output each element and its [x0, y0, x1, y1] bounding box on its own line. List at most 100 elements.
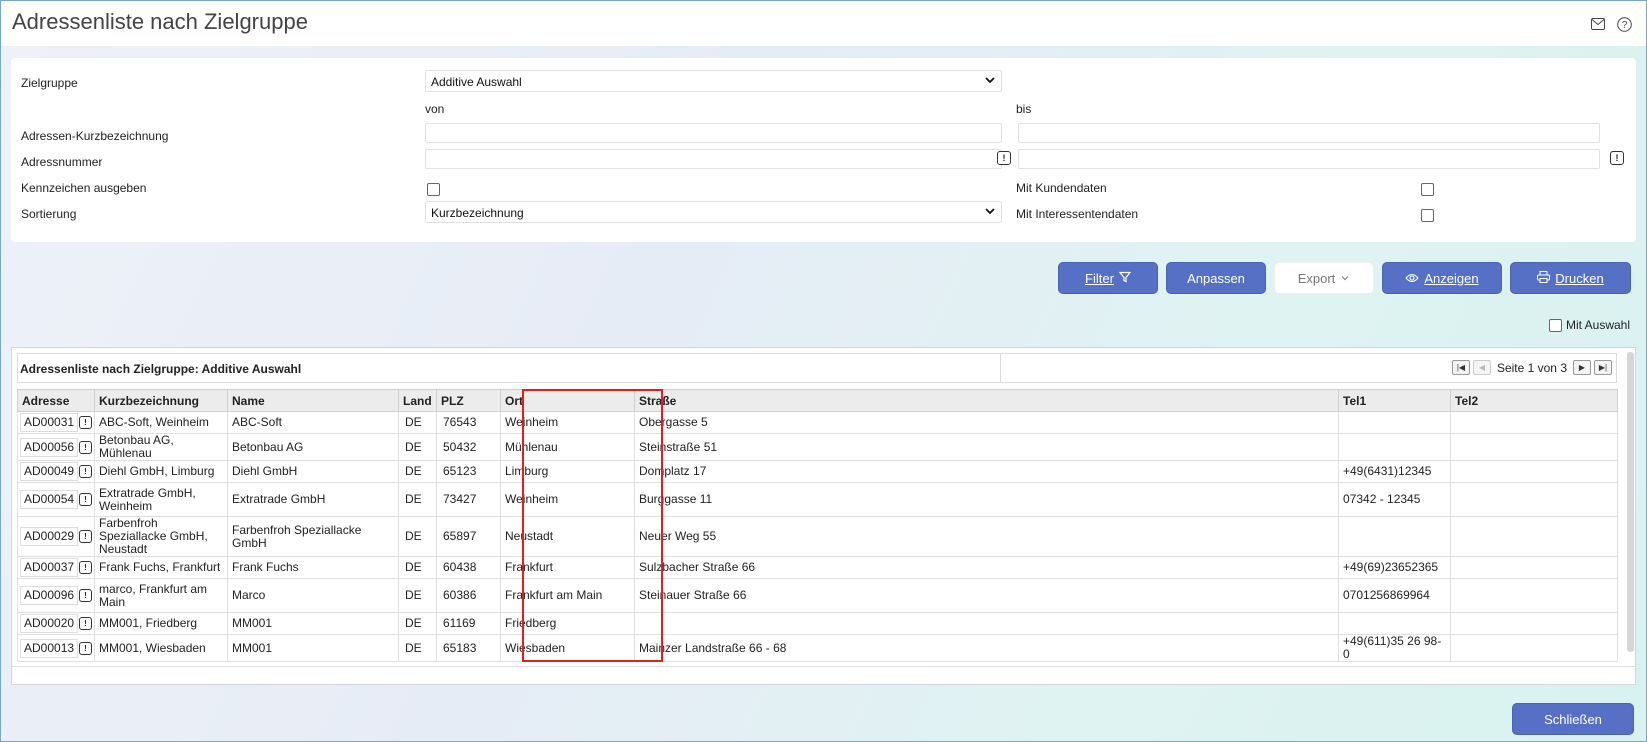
- lookup-icon[interactable]: !: [79, 465, 92, 478]
- cell-adresse: AD00096!: [17, 578, 95, 613]
- address-code[interactable]: AD00054: [20, 490, 79, 509]
- mail-icon[interactable]: [1590, 16, 1606, 32]
- cell-strasse: Neuer Weg 55: [634, 516, 1339, 557]
- table-row[interactable]: AD00056! Betonbau AG, Mühlenau Betonbau AG…: [17, 433, 1618, 461]
- anzeigen-button[interactable]: Anzeigen: [1382, 262, 1502, 294]
- address-code[interactable]: AD00049: [20, 462, 79, 481]
- cell-land: DE: [398, 578, 437, 613]
- von-label: von: [425, 102, 445, 116]
- divider: [1000, 354, 1001, 382]
- anzeigen-label: Anzeigen: [1424, 270, 1479, 286]
- cell-tel1: [1338, 516, 1451, 557]
- table-row[interactable]: AD00031! ABC-Soft, Weinheim ABC-Soft DE 7654…: [17, 411, 1618, 434]
- first-page-icon[interactable]: |◀: [1451, 360, 1470, 375]
- next-page-icon[interactable]: ▶: [1573, 360, 1591, 375]
- filter-button[interactable]: Filter: [1058, 262, 1158, 294]
- lookup-icon[interactable]: !: [79, 530, 92, 543]
- lookup-icon[interactable]: !: [79, 416, 92, 429]
- help-icon[interactable]: ?: [1616, 16, 1632, 32]
- adressnummer-von-input[interactable]: [425, 149, 1002, 169]
- anpassen-button[interactable]: Anpassen: [1166, 262, 1266, 294]
- export-button[interactable]: Export: [1274, 262, 1374, 294]
- cell-strasse: Sulzbacher Straße 66: [634, 556, 1339, 579]
- kurzbezeichnung-von-input[interactable]: [425, 123, 1002, 143]
- cell-tel1: [1338, 612, 1451, 635]
- cell-adresse: AD00054!: [17, 482, 95, 517]
- column-header-ort[interactable]: Ort: [500, 389, 635, 412]
- cell-ort: Wiesbaden: [500, 634, 635, 662]
- cell-ort: Weinheim: [500, 411, 635, 434]
- sortierung-value: Kurzbezeichnung: [431, 206, 524, 220]
- column-header-land[interactable]: Land: [398, 389, 437, 412]
- address-code[interactable]: AD00037: [20, 558, 79, 577]
- address-cell: AD00049!: [20, 462, 92, 481]
- table-row[interactable]: AD00049! Diehl GmbH, Limburg Diehl GmbH DE 6…: [17, 460, 1618, 483]
- drucken-label: Drucken: [1555, 270, 1604, 286]
- kundendaten-checkbox[interactable]: [1421, 183, 1434, 196]
- cell-plz: 65897: [436, 516, 501, 557]
- lookup-icon[interactable]: !: [79, 440, 92, 454]
- vertical-scrollbar[interactable]: [1627, 352, 1634, 652]
- zielgruppe-select[interactable]: Additive Auswahl: [425, 70, 1002, 92]
- table-row[interactable]: AD00054! Extratrade GmbH, Weinheim Extratr…: [17, 482, 1618, 517]
- cell-ort: Frankfurt am Main: [500, 578, 635, 613]
- mit-auswahl-checkbox[interactable]: [1549, 318, 1562, 332]
- cell-adresse: AD00056!: [17, 433, 95, 461]
- prev-page-icon[interactable]: ◀: [1472, 360, 1491, 375]
- cell-strasse: Mainzer Landstraße 66 - 68: [634, 634, 1339, 662]
- address-code[interactable]: AD00096: [20, 586, 79, 605]
- page-title: Adressenliste nach Zielgruppe: [12, 9, 308, 34]
- sortierung-select[interactable]: Kurzbezeichnung: [425, 201, 1002, 223]
- adressnummer-bis-input[interactable]: [1018, 149, 1600, 169]
- lookup-icon[interactable]: !: [79, 617, 92, 630]
- drucken-button[interactable]: Drucken: [1510, 262, 1631, 294]
- table-row[interactable]: AD00020! MM001, Friedberg MM001 DE 61169 Frie…: [17, 612, 1618, 635]
- column-header-plz[interactable]: PLZ: [436, 389, 501, 412]
- column-header-tel2[interactable]: Tel2: [1450, 389, 1618, 412]
- column-header-name[interactable]: Name: [227, 389, 399, 412]
- column-header-strasse[interactable]: Straße: [634, 389, 1339, 412]
- sortierung-label: Sortierung: [21, 207, 77, 221]
- address-code[interactable]: AD00013: [20, 638, 79, 658]
- lookup-icon[interactable]: !: [79, 561, 92, 574]
- anpassen-label: Anpassen: [1187, 270, 1245, 286]
- kurzbezeichnung-bis-input[interactable]: [1018, 123, 1600, 143]
- cell-land: DE: [398, 482, 437, 517]
- last-page-icon[interactable]: ▶|: [1594, 360, 1612, 375]
- cell-kurzbezeichnung: marco, Frankfurt am Main: [94, 578, 228, 613]
- cell-ort: Friedberg: [500, 612, 635, 635]
- schliessen-button[interactable]: Schließen: [1512, 703, 1634, 735]
- interessentendaten-checkbox[interactable]: [1421, 209, 1434, 222]
- column-header-adresse[interactable]: Adresse: [17, 389, 95, 412]
- lookup-icon[interactable]: !: [997, 151, 1011, 165]
- cell-strasse: [634, 612, 1339, 635]
- cell-tel1: 07342 - 12345: [1338, 482, 1451, 517]
- zielgruppe-label: Zielgruppe: [21, 76, 78, 90]
- column-header-tel1[interactable]: Tel1: [1338, 389, 1451, 412]
- column-header-kurzbezeichnung[interactable]: Kurzbezeichnung: [94, 389, 228, 412]
- table-row[interactable]: AD00029! Farbenfroh Speziallacke GmbH, Ne…: [17, 516, 1618, 557]
- table-header-row: Adresse Kurzbezeichnung Name Land PLZ Ort Stra…: [17, 389, 1618, 412]
- lookup-icon[interactable]: !: [1610, 151, 1624, 165]
- cell-plz: 60438: [436, 556, 501, 579]
- address-code[interactable]: AD00029: [20, 527, 79, 546]
- cell-land: DE: [398, 516, 437, 557]
- lookup-icon[interactable]: !: [79, 493, 92, 506]
- schliessen-label: Schließen: [1544, 711, 1602, 727]
- address-code[interactable]: AD00056: [20, 437, 79, 457]
- cell-plz: 65183: [436, 634, 501, 662]
- lookup-icon[interactable]: !: [79, 641, 92, 655]
- table-row[interactable]: AD00013! MM001, Wiesbaden MM001 DE 65183 Wies…: [17, 634, 1618, 662]
- table-row[interactable]: AD00096! marco, Frankfurt am Main Marco DE 6…: [17, 578, 1618, 613]
- cell-kurzbezeichnung: Extratrade GmbH, Weinheim: [94, 482, 228, 517]
- address-code[interactable]: AD00020: [20, 614, 79, 633]
- kennzeichen-checkbox[interactable]: [427, 183, 440, 196]
- address-cell: AD00037!: [20, 558, 92, 577]
- address-code[interactable]: AD00031: [20, 413, 79, 432]
- cell-tel2: [1450, 612, 1618, 635]
- mit-auswahl-toggle[interactable]: Mit Auswahl: [1549, 318, 1630, 332]
- cell-plz: 60386: [436, 578, 501, 613]
- lookup-icon[interactable]: !: [79, 589, 92, 602]
- cell-name: Marco: [227, 578, 399, 613]
- table-row[interactable]: AD00037! Frank Fuchs, Frankfurt Frank Fuch…: [17, 556, 1618, 579]
